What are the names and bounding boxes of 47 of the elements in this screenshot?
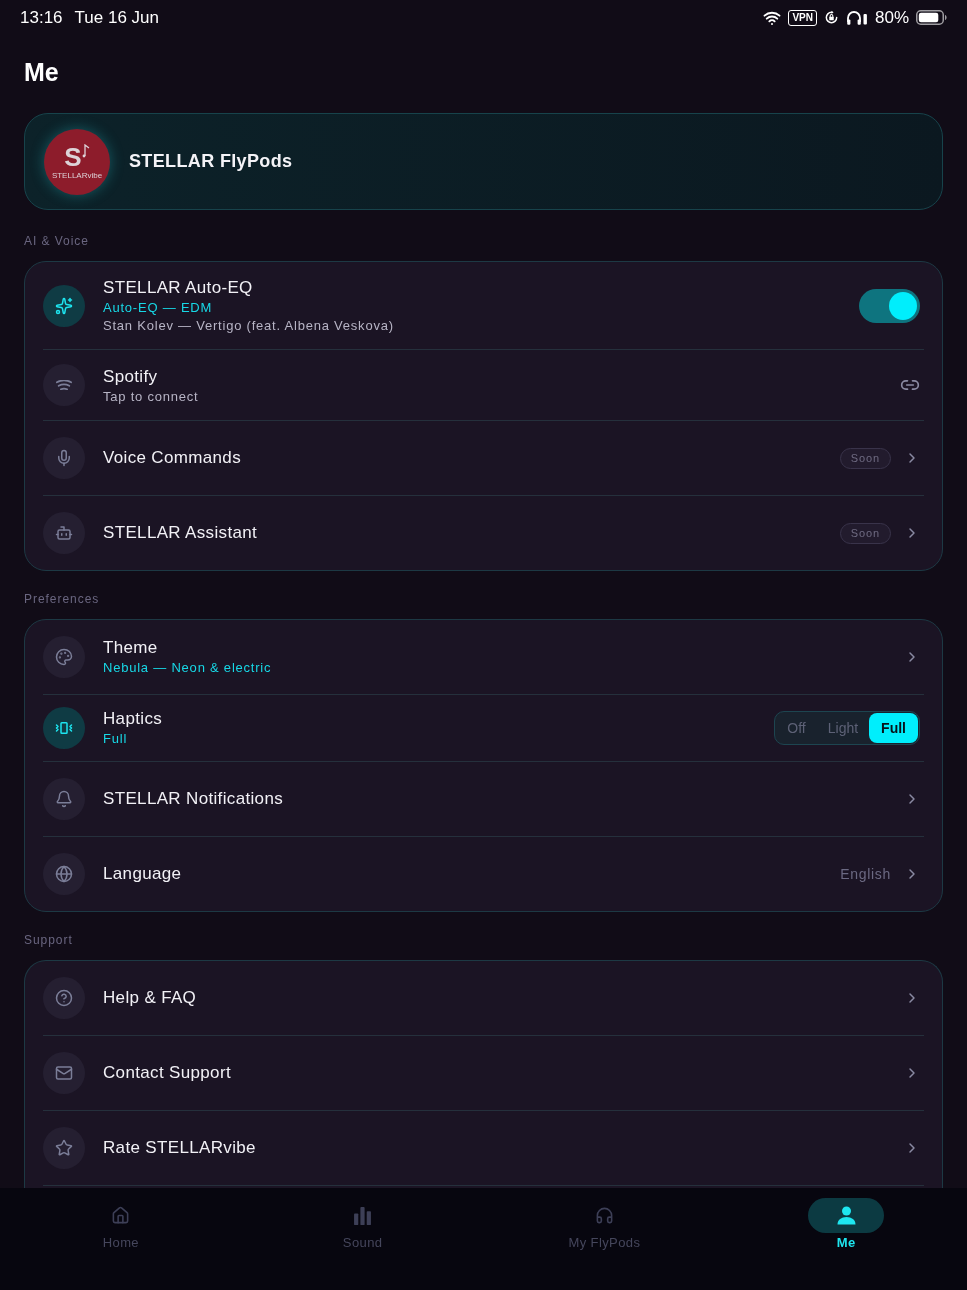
nav-tab[interactable]: Me <box>725 1188 967 1290</box>
row-subtitle: Full <box>103 730 128 748</box>
person-icon <box>808 1198 885 1233</box>
vpn-indicator: VPN <box>788 9 817 26</box>
segment-option[interactable]: Light <box>816 713 870 743</box>
device-name: STELLAR FlyPods <box>129 150 293 173</box>
device-card[interactable]: S STELLARvibe STELLAR FlyPods <box>24 113 943 210</box>
bar-chart-icon <box>353 1206 373 1225</box>
toggle-switch[interactable] <box>859 288 920 323</box>
battery-percentage: 80% <box>874 6 909 29</box>
soon-tag: Soon <box>839 447 891 469</box>
page-title: Me <box>24 57 59 87</box>
nav-tab[interactable]: Sound <box>241 1188 484 1290</box>
row-title: Haptics <box>103 708 163 730</box>
row-title: Rate STELLARvibe <box>103 1137 256 1159</box>
rotation-lock-icon <box>823 10 839 25</box>
section-label: AI & Voice <box>24 233 89 249</box>
row-title: Theme <box>103 637 158 659</box>
row-title: Contact Support <box>103 1062 231 1084</box>
row-subtitle: Auto-EQ — EDM <box>103 299 213 317</box>
row-title: STELLAR Notifications <box>103 788 284 810</box>
row-title: STELLAR Assistant <box>103 522 258 544</box>
section-label: Support <box>24 932 73 948</box>
soon-tag: Soon <box>839 522 891 544</box>
status-date: Tue 16 Jun <box>74 6 159 29</box>
row-title: Spotify <box>103 365 158 388</box>
headphones-battery-icon <box>845 9 868 26</box>
battery-icon <box>916 10 947 25</box>
logo-letter: S <box>64 143 82 170</box>
nav-tab[interactable]: My FlyPods <box>483 1188 726 1290</box>
row-title: Voice Commands <box>103 447 241 469</box>
row-title: Language <box>103 863 182 885</box>
current-value: English <box>840 864 891 884</box>
row-title: Help & FAQ <box>103 987 197 1009</box>
home-icon <box>111 1206 131 1225</box>
row-subtitle: Nebula — Neon & electric <box>103 659 272 677</box>
status-time: 13:16 <box>20 6 63 29</box>
row-detail: Stan Kolev — Vertigo (feat. Albena Veskova) <box>103 317 394 334</box>
row-detail: Tap to connect <box>103 387 199 405</box>
segment-option[interactable]: Full <box>869 713 918 743</box>
row-title: STELLAR Auto-EQ <box>103 277 253 299</box>
headphones-icon <box>594 1206 614 1225</box>
segment-option[interactable]: Off <box>776 713 817 743</box>
section-label: Preferences <box>24 591 100 607</box>
nav-tab[interactable]: Home <box>0 1188 242 1290</box>
music-note-icon <box>81 143 90 158</box>
logo-caption: STELLARvibe <box>51 170 103 180</box>
